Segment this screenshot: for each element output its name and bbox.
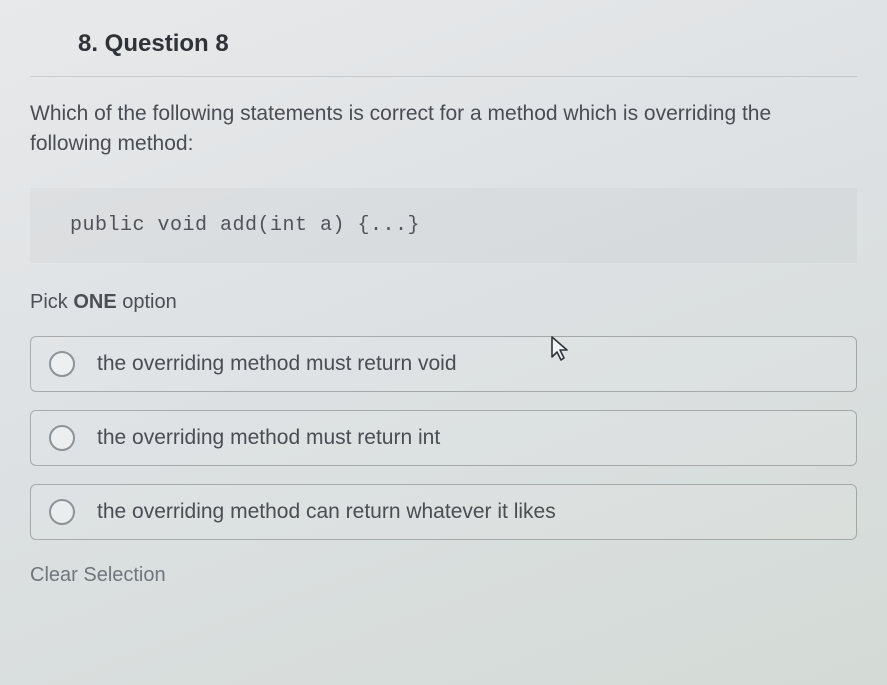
option-1[interactable]: the overriding method must return void	[30, 336, 857, 392]
options-group: the overriding method must return void t…	[30, 336, 857, 540]
option-label: the overriding method must return void	[97, 352, 457, 376]
radio-icon	[49, 425, 75, 451]
pick-one-instruction: Pick ONE option	[30, 291, 857, 314]
divider	[30, 76, 857, 77]
pick-bold: ONE	[73, 291, 116, 313]
option-2[interactable]: the overriding method must return int	[30, 410, 857, 466]
option-label: the overriding method must return int	[97, 426, 440, 450]
code-block: public void add(int a) {...}	[30, 188, 857, 263]
question-header: 8. Question 8	[78, 30, 857, 58]
question-prompt: Which of the following statements is cor…	[30, 99, 847, 160]
pick-suffix: option	[117, 291, 177, 313]
option-label: the overriding method can return whateve…	[97, 500, 556, 524]
option-3[interactable]: the overriding method can return whateve…	[30, 484, 857, 540]
radio-icon	[49, 499, 75, 525]
radio-icon	[49, 351, 75, 377]
pick-prefix: Pick	[30, 291, 73, 313]
clear-selection-link[interactable]: Clear Selection	[30, 564, 166, 587]
